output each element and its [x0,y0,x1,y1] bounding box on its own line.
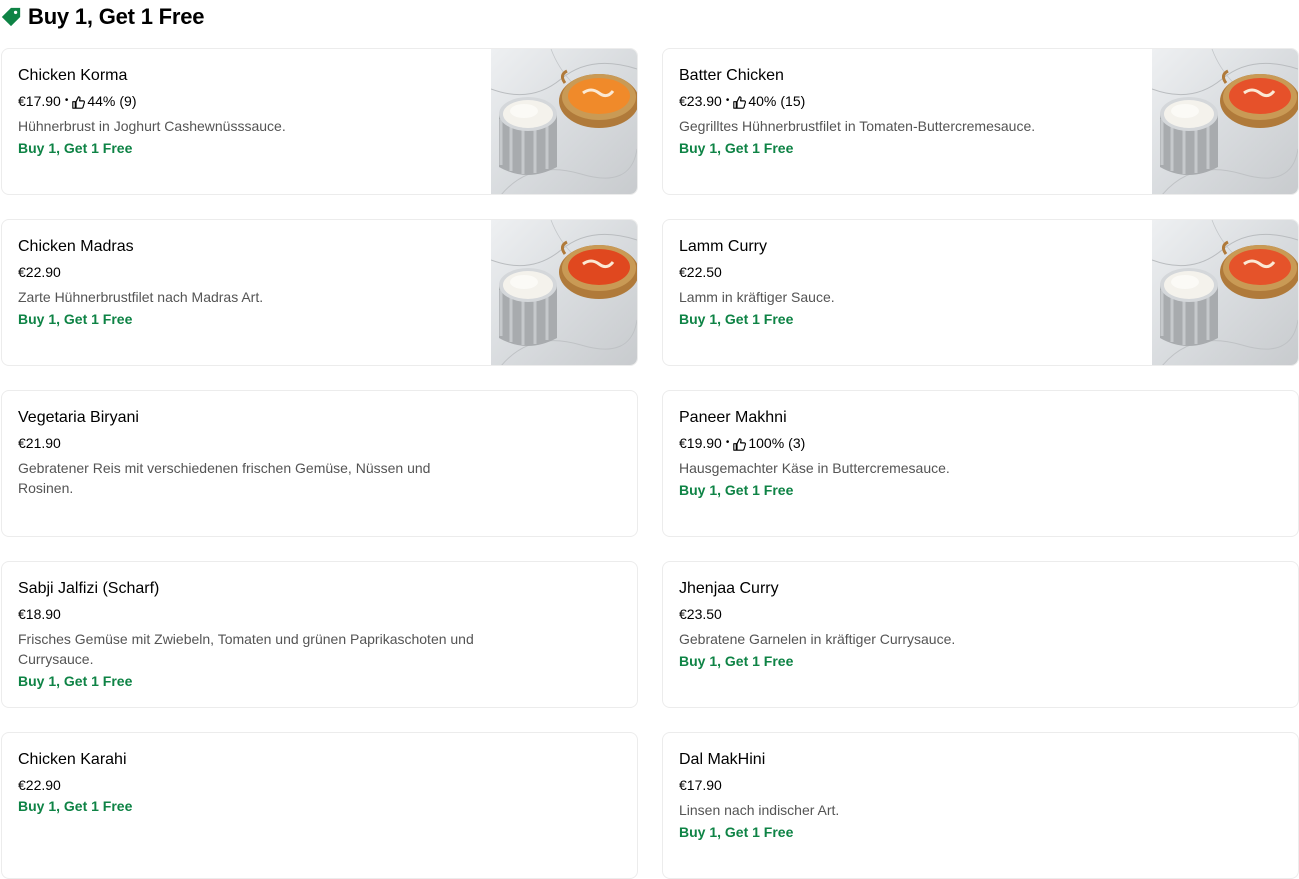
item-name: Chicken Karahi [18,751,127,768]
tag-icon [1,7,21,27]
promo-label: Buy 1, Get 1 Free [18,798,133,814]
item-meta: €17.90 [679,776,1139,794]
item-price: €21.90 [18,435,61,451]
rating-percent: 40% [748,93,777,109]
item-meta: €23.90 • 40% (15) [679,92,1139,110]
item-photo [1152,220,1298,365]
menu-item-body: Paneer Makhni €19.90 • 100% (3) Hausgemachter… [679,408,1139,500]
item-meta: €22.90 [18,263,478,281]
item-price: €22.90 [18,777,61,793]
menu-item-card[interactable]: Batter Chicken €23.90 • 40% (15) Gegrilltes H… [662,48,1299,195]
item-meta: €19.90 • 100% (3) [679,434,1139,452]
item-meta: €21.90 [18,434,478,452]
menu-item-body: Chicken Madras €22.90 Zarte Hühnerbrustfil… [18,237,478,329]
item-meta: €22.90 [18,776,478,794]
item-description: Lamm in kräftiger Sauce. [679,289,835,305]
item-name: Vegetaria Biryani [18,409,139,426]
promo-label: Buy 1, Get 1 Free [18,140,133,156]
item-description: Hühnerbrust in Joghurt Cashewnüsssauce. [18,118,286,134]
menu-item-body: Dal MakHini €17.90 Linsen nach indischer A… [679,750,1139,842]
thumbs-up-icon [72,95,86,109]
menu-item-body: Chicken Karahi €22.90 Buy 1, Get 1 Free [18,750,478,816]
item-name: Dal MakHini [679,751,766,768]
menu-item-card[interactable]: Lamm Curry €22.50 Lamm in kräftiger Sauce.… [662,219,1299,366]
rating-count: (3) [788,435,806,451]
item-meta: €23.50 [679,605,1139,623]
item-description: Hausgemachter Käse in Buttercremesauce. [679,460,950,476]
rating-percent: 44% [87,93,116,109]
item-name: Chicken Korma [18,67,128,84]
rating-percent: 100% [748,435,785,451]
item-price: €23.50 [679,606,722,622]
menu-item-body: Batter Chicken €23.90 • 40% (15) Gegrilltes H… [679,66,1139,158]
item-meta: €18.90 [18,605,478,623]
section-title: Buy 1, Get 1 Free [28,4,205,29]
item-description: Gegrilltes Hühnerbrustfilet in Tomaten-B… [679,118,1036,134]
item-price: €23.90 [679,93,722,109]
item-photo [491,220,637,365]
promo-label: Buy 1, Get 1 Free [679,140,794,156]
rating-count: (15) [780,93,806,109]
item-name: Jhenjaa Curry [679,580,779,597]
item-description: Linsen nach indischer Art. [679,802,840,818]
menu-item-body: Sabji Jalfizi (Scharf) €18.90 Frisches Gem… [18,579,478,691]
item-price: €18.90 [18,606,61,622]
item-name: Paneer Makhni [679,409,787,426]
item-name: Batter Chicken [679,67,784,84]
item-description: Zarte Hühnerbrustfilet nach Madras Art. [18,289,264,305]
item-name: Sabji Jalfizi (Scharf) [18,580,160,597]
thumbs-up-icon [733,95,747,109]
menu-item-body: Jhenjaa Curry €23.50 Gebratene Garnelen in… [679,579,1139,671]
separator-dot: • [725,437,730,448]
menu-item-card[interactable]: Vegetaria Biryani €21.90 Gebratener Reis m… [1,390,638,537]
menu-item-body: Lamm Curry €22.50 Lamm in kräftiger Sauce.… [679,237,1139,329]
item-price: €22.50 [679,264,722,280]
item-price: €22.90 [18,264,61,280]
menu-item-card[interactable]: Paneer Makhni €19.90 • 100% (3) Hausgemachter… [662,390,1299,537]
menu-item-card[interactable]: Chicken Madras €22.90 Zarte Hühnerbrustfil… [1,219,638,366]
promo-label: Buy 1, Get 1 Free [18,311,133,327]
menu-item-card[interactable]: Chicken Korma €17.90 • 44% (9) Hühnerbrust in… [1,48,638,195]
menu-item-card[interactable]: Jhenjaa Curry €23.50 Gebratene Garnelen in… [662,561,1299,708]
item-description: Frisches Gemüse mit Zwiebeln, Tomaten un… [18,631,474,667]
promo-label: Buy 1, Get 1 Free [679,482,794,498]
menu-item-body: Vegetaria Biryani €21.90 Gebratener Reis m… [18,408,478,498]
thumbs-up-icon [733,437,747,451]
item-description: Gebratene Garnelen in kräftiger Currysau… [679,631,956,647]
rating-count: (9) [119,93,137,109]
item-photo [491,49,637,194]
item-photo [1152,49,1298,194]
menu-item-body: Chicken Korma €17.90 • 44% (9) Hühnerbrust in… [18,66,478,158]
separator-dot: • [725,95,730,106]
menu-item-card[interactable]: Chicken Karahi €22.90 Buy 1, Get 1 Free [1,732,638,879]
promo-label: Buy 1, Get 1 Free [679,653,794,669]
menu-item-card[interactable]: Sabji Jalfizi (Scharf) €18.90 Frisches Gem… [1,561,638,708]
promo-label: Buy 1, Get 1 Free [18,673,133,689]
item-description: Gebratener Reis mit verschiedenen frisch… [18,460,431,496]
promo-label: Buy 1, Get 1 Free [679,824,794,840]
item-name: Chicken Madras [18,238,134,255]
item-price: €17.90 [679,777,722,793]
item-meta: €22.50 [679,263,1139,281]
item-price: €19.90 [679,435,722,451]
promo-label: Buy 1, Get 1 Free [679,311,794,327]
section-header: Buy 1, Get 1 Free [0,0,205,34]
separator-dot: • [64,95,69,106]
item-name: Lamm Curry [679,238,768,255]
menu-item-card[interactable]: Dal MakHini €17.90 Linsen nach indischer A… [662,732,1299,879]
item-meta: €17.90 • 44% (9) [18,92,478,110]
item-price: €17.90 [18,93,61,109]
